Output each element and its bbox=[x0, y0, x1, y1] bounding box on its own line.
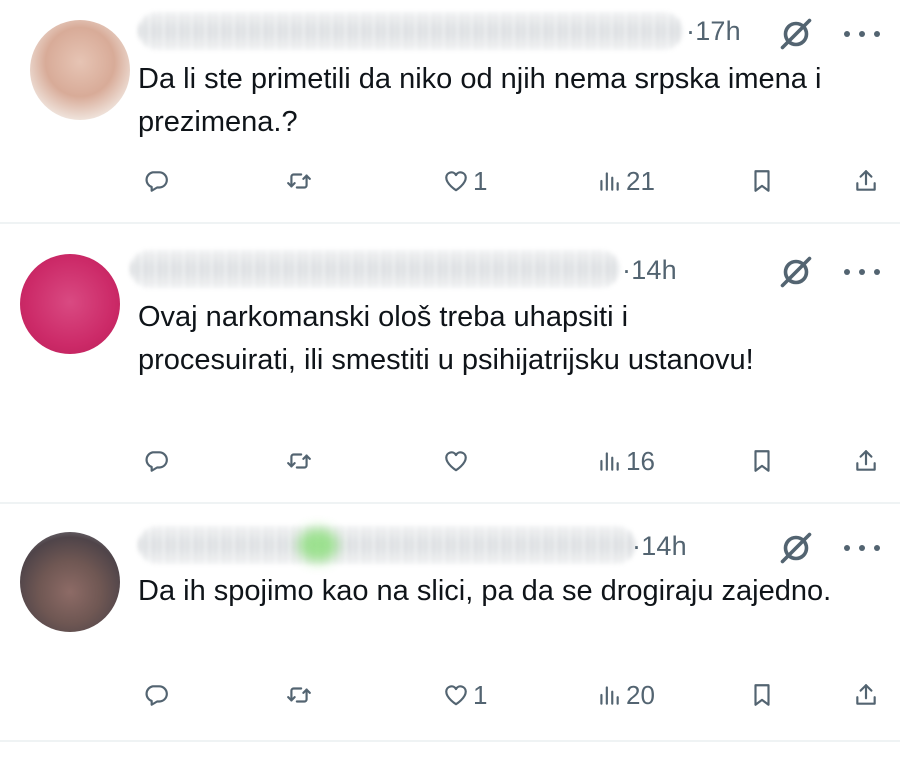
heart-icon bbox=[443, 682, 469, 708]
more-icon[interactable] bbox=[842, 29, 882, 39]
views-button[interactable]: 20 bbox=[596, 680, 655, 710]
views-icon bbox=[596, 168, 622, 194]
views-button[interactable]: 16 bbox=[596, 446, 655, 476]
repost-button[interactable] bbox=[286, 166, 316, 196]
bookmark-icon bbox=[749, 168, 775, 194]
views-count: 20 bbox=[626, 679, 655, 710]
avatar[interactable] bbox=[20, 254, 120, 354]
like-button[interactable]: 1 bbox=[443, 680, 487, 710]
tweet-text: Da ih spojimo kao na slici, pa da se dro… bbox=[138, 575, 832, 607]
repost-icon bbox=[286, 168, 312, 194]
share-button[interactable] bbox=[853, 680, 879, 710]
tweet-3[interactable]: ·14h Da ih spojimo kao na slici, pa da s… bbox=[0, 504, 900, 740]
author-name-blurred[interactable] bbox=[130, 250, 620, 288]
share-button[interactable] bbox=[853, 166, 879, 196]
heart-icon bbox=[443, 448, 469, 474]
tweet-time[interactable]: ·14h bbox=[632, 531, 687, 562]
like-button[interactable]: 1 bbox=[443, 166, 487, 196]
tweet-text: Da li ste primetili da niko od njih nema… bbox=[138, 63, 822, 138]
tweet-2[interactable]: ·14h Ovaj narkomanski ološ treba uhapsit… bbox=[0, 224, 900, 500]
reply-button[interactable] bbox=[143, 166, 173, 196]
divider bbox=[0, 740, 900, 742]
like-count: 1 bbox=[473, 679, 488, 710]
bookmark-icon bbox=[749, 448, 775, 474]
grok-icon[interactable] bbox=[778, 16, 814, 52]
bookmark-icon bbox=[749, 682, 775, 708]
share-icon bbox=[853, 448, 879, 474]
repost-button[interactable] bbox=[286, 446, 316, 476]
more-icon[interactable] bbox=[842, 267, 882, 277]
repost-button[interactable] bbox=[286, 680, 316, 710]
views-button[interactable]: 21 bbox=[596, 166, 655, 196]
repost-icon bbox=[286, 448, 312, 474]
more-icon[interactable] bbox=[842, 543, 882, 553]
bookmark-button[interactable] bbox=[749, 680, 775, 710]
reply-button[interactable] bbox=[143, 446, 173, 476]
share-icon bbox=[853, 168, 879, 194]
views-icon bbox=[596, 682, 622, 708]
reply-button[interactable] bbox=[143, 680, 173, 710]
grok-icon[interactable] bbox=[778, 530, 814, 566]
tweet-time[interactable]: ·14h bbox=[622, 255, 677, 286]
heart-icon bbox=[443, 168, 469, 194]
like-button[interactable] bbox=[443, 446, 473, 476]
share-button[interactable] bbox=[853, 446, 879, 476]
like-count: 1 bbox=[473, 165, 488, 196]
reply-icon bbox=[143, 168, 169, 194]
avatar[interactable] bbox=[30, 20, 130, 120]
bookmark-button[interactable] bbox=[749, 446, 775, 476]
share-icon bbox=[853, 682, 879, 708]
tweet-text: Ovaj narkomanski ološ treba uhapsiti i p… bbox=[138, 301, 754, 376]
repost-icon bbox=[286, 682, 312, 708]
grok-icon[interactable] bbox=[778, 254, 814, 290]
reply-icon bbox=[143, 448, 169, 474]
author-name-blurred[interactable] bbox=[138, 12, 683, 50]
bookmark-button[interactable] bbox=[749, 166, 775, 196]
reply-icon bbox=[143, 682, 169, 708]
tweet-time[interactable]: ·17h bbox=[686, 16, 741, 47]
views-icon bbox=[596, 448, 622, 474]
blur-artifact bbox=[298, 528, 338, 562]
views-count: 21 bbox=[626, 165, 655, 196]
author-name-blurred[interactable] bbox=[138, 526, 636, 564]
views-count: 16 bbox=[626, 445, 655, 476]
tweet-1[interactable]: ·17h Da li ste primetili da niko od njih… bbox=[0, 0, 900, 222]
avatar[interactable] bbox=[20, 532, 120, 632]
